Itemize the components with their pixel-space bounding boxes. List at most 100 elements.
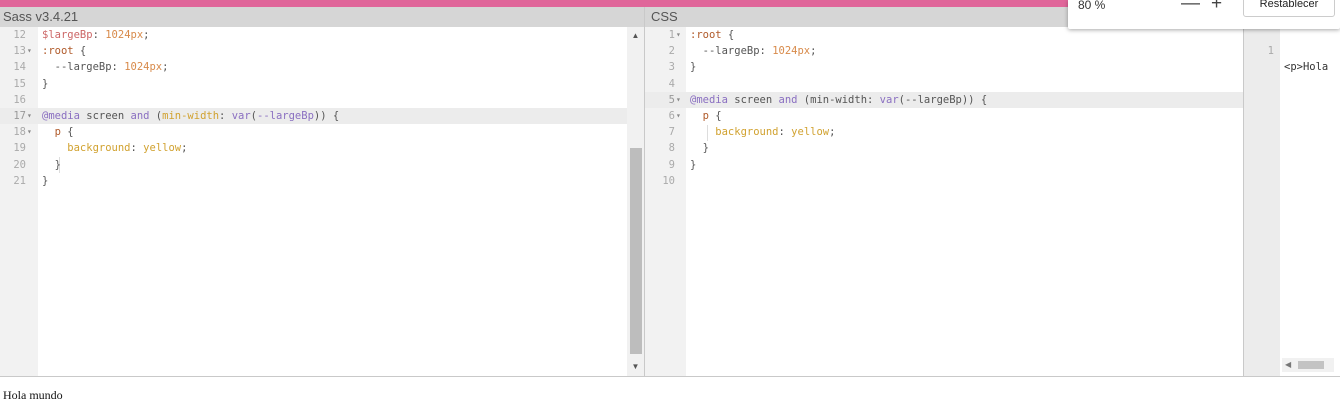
- code-token: screen: [727, 93, 779, 106]
- css-code-line[interactable]: 6 ▾ p {: [645, 108, 1243, 124]
- code-token: :: [111, 61, 125, 74]
- css-code-line[interactable]: 5 ▾ @media screen and (min-width: var(--la…: [645, 91, 1243, 108]
- sass-code-line[interactable]: 14 --largeBp: 1024px;: [0, 59, 627, 75]
- sass-code-line[interactable]: 16: [0, 92, 627, 108]
- code-text[interactable]: background: yellow;: [42, 140, 187, 156]
- code-token: screen: [79, 109, 131, 122]
- css-code-line[interactable]: 3}: [645, 59, 1243, 75]
- code-token: }: [42, 158, 61, 171]
- code-text[interactable]: }: [690, 140, 709, 156]
- css-pane-title: CSS: [651, 9, 678, 24]
- fold-arrow-icon[interactable]: ▾: [27, 108, 32, 124]
- code-token: {: [708, 109, 722, 122]
- code-text[interactable]: @media screen and (min-width: var(--larg…: [690, 92, 987, 108]
- code-text[interactable]: :root {: [690, 27, 734, 43]
- code-token: var: [231, 109, 251, 122]
- code-token: yellow: [791, 126, 830, 139]
- sass-scrollbar[interactable]: ▲ ▼: [627, 27, 644, 376]
- sass-code-line[interactable]: 17 ▾ @media screen and (min-width: var(--l…: [0, 107, 627, 125]
- code-token: p: [42, 126, 61, 139]
- code-text[interactable]: --largeBp: 1024px;: [690, 43, 817, 59]
- code-token: and: [778, 93, 798, 106]
- fold-arrow-icon[interactable]: ▾: [27, 43, 32, 59]
- css-code-line[interactable]: 1 ▾ :root {: [645, 27, 1243, 43]
- code-text[interactable]: }: [42, 157, 61, 173]
- fold-arrow-icon[interactable]: ▾: [676, 92, 681, 108]
- css-editor[interactable]: 1 ▾:root {2 --largeBp: 1024px; 3} 4 5 ▾ @media…: [645, 27, 1243, 376]
- code-text[interactable]: p {: [42, 124, 74, 140]
- line-number: 4: [668, 77, 675, 90]
- fold-arrow-icon[interactable]: ▾: [676, 27, 681, 43]
- code-text[interactable]: }: [42, 76, 48, 92]
- scrollbar-thumb[interactable]: [630, 148, 642, 354]
- code-token: ;: [829, 126, 836, 139]
- scroll-down-icon[interactable]: ▼: [627, 360, 644, 374]
- line-number: 10: [662, 174, 675, 187]
- code-token: @media: [690, 93, 728, 106]
- line-number: 6: [668, 109, 675, 122]
- code-text[interactable]: }: [690, 157, 696, 173]
- code-token: )) {: [313, 109, 340, 122]
- line-number: 8: [668, 142, 675, 155]
- zoom-popup: 80 % — + Restablecer: [1068, 0, 1340, 29]
- zoom-in-button[interactable]: +: [1211, 0, 1222, 14]
- html-editor[interactable]: 1 <p>Hola: [1244, 27, 1340, 376]
- sass-code-line[interactable]: 19 background: yellow;: [0, 140, 627, 156]
- sass-code-line[interactable]: 21}: [0, 173, 627, 189]
- sass-editor[interactable]: 12 $largeBp: 1024px; 13 ▾:root {14 --largeB…: [0, 27, 644, 376]
- code-token: (min-width:: [797, 93, 880, 106]
- fold-arrow-icon[interactable]: ▾: [27, 124, 32, 140]
- code-text[interactable]: p {: [690, 108, 722, 124]
- code-token: --largeBp: [690, 45, 760, 58]
- css-code-line[interactable]: 10: [645, 173, 1243, 189]
- sass-code-lines[interactable]: 12 $largeBp: 1024px; 13 ▾:root {14 --largeB…: [0, 27, 644, 189]
- code-token: var: [879, 93, 899, 106]
- sass-code-line[interactable]: 12 $largeBp: 1024px;: [0, 27, 627, 43]
- line-number: 1: [668, 29, 675, 41]
- sass-code-line[interactable]: 13 ▾:root {: [0, 43, 627, 59]
- code-token: ;: [143, 29, 150, 41]
- code-token: (--largeBp)) {: [898, 93, 988, 106]
- code-token: }: [690, 142, 709, 155]
- code-token: :root: [690, 29, 722, 41]
- css-code-line[interactable]: 8 }: [645, 140, 1243, 156]
- scroll-up-icon[interactable]: ▲: [627, 29, 644, 43]
- code-token: yellow: [143, 142, 182, 155]
- code-text[interactable]: background: yellow;: [690, 124, 835, 140]
- html-code-text[interactable]: <p>Hola: [1284, 59, 1328, 75]
- sass-pane-header: Sass v3.4.21: [0, 7, 644, 27]
- line-number: 18: [13, 126, 26, 139]
- code-token: (: [149, 109, 163, 122]
- sass-code-line[interactable]: 18 ▾ p {: [0, 124, 627, 140]
- code-text[interactable]: }: [42, 173, 48, 189]
- sass-code-line[interactable]: 20 }: [0, 157, 627, 173]
- code-token: :: [92, 29, 106, 41]
- code-text[interactable]: $largeBp: 1024px;: [42, 27, 150, 43]
- html-code-line[interactable]: 1 <p>Hola: [1244, 27, 1340, 73]
- code-text[interactable]: --largeBp: 1024px;: [42, 59, 169, 75]
- zoom-reset-button[interactable]: Restablecer: [1243, 0, 1335, 17]
- code-text[interactable]: }: [690, 59, 696, 75]
- css-code-line[interactable]: 2 --largeBp: 1024px;: [645, 43, 1243, 59]
- code-text[interactable]: :root {: [42, 43, 86, 59]
- css-code-line[interactable]: 4: [645, 76, 1243, 92]
- scrollbar-thumb[interactable]: [1298, 361, 1324, 369]
- code-token: and: [130, 109, 150, 122]
- scroll-left-icon[interactable]: ◀: [1285, 358, 1291, 372]
- css-code-line[interactable]: 9}: [645, 157, 1243, 173]
- code-token: }: [42, 174, 49, 187]
- zoom-level: 80 %: [1078, 0, 1106, 12]
- html-horizontal-scrollbar[interactable]: ◀: [1282, 358, 1334, 372]
- css-code-lines[interactable]: 1 ▾:root {2 --largeBp: 1024px; 3} 4 5 ▾ @media…: [645, 27, 1243, 189]
- line-number: 1: [1267, 45, 1274, 58]
- code-text[interactable]: @media screen and (min-width: var(--larg…: [42, 108, 339, 124]
- css-code-line[interactable]: 7 background: yellow;: [645, 124, 1243, 140]
- zoom-out-button[interactable]: —: [1181, 0, 1200, 14]
- code-token: :: [130, 142, 144, 155]
- sass-code-line[interactable]: 15}: [0, 76, 627, 92]
- fold-arrow-icon[interactable]: ▾: [676, 108, 681, 124]
- code-token: ;: [810, 45, 817, 58]
- code-token: :: [778, 126, 792, 139]
- output-divider: [0, 376, 1340, 377]
- code-token: :: [219, 109, 232, 122]
